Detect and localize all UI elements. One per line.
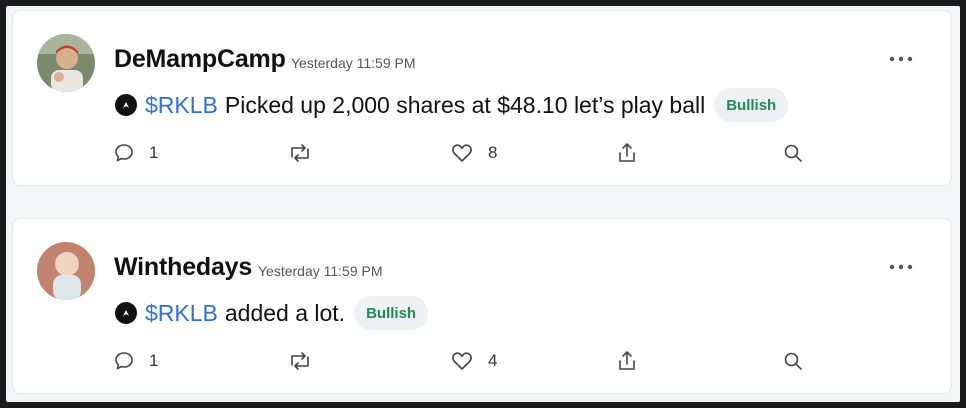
share-icon: [619, 143, 635, 162]
more-horizontal-icon[interactable]: [886, 255, 916, 279]
like-button[interactable]: 8: [450, 139, 497, 167]
timestamp[interactable]: Yesterday 11:59 PM: [291, 55, 416, 71]
comment-icon: [115, 144, 133, 162]
search-button[interactable]: [782, 347, 804, 375]
avatar[interactable]: [37, 34, 95, 92]
share-button[interactable]: [616, 347, 638, 375]
reply-count: 1: [149, 351, 159, 370]
repost-button[interactable]: [287, 139, 313, 167]
username[interactable]: DeMampCamp: [114, 45, 286, 74]
reply-button[interactable]: 1: [113, 347, 158, 375]
like-button[interactable]: 4: [450, 347, 497, 375]
repost-button[interactable]: [287, 347, 313, 375]
more-horizontal-icon[interactable]: [886, 47, 916, 71]
comment-icon: [115, 352, 133, 370]
search-button[interactable]: [782, 139, 804, 167]
post-text: added a lot.: [224, 299, 346, 326]
feed: DeMampCamp Yesterday 11:59 PM $RKLB Pick…: [6, 6, 960, 402]
cashtag-link[interactable]: $RKLB: [145, 300, 218, 327]
post-body: $RKLB added a lot. Bullish: [115, 295, 429, 331]
rocket-lab-logo-icon[interactable]: [115, 302, 137, 324]
like-count: 8: [488, 143, 498, 162]
reply-count: 1: [149, 143, 159, 162]
reply-button[interactable]: 1: [113, 139, 158, 167]
rocket-lab-logo-icon[interactable]: [115, 94, 137, 116]
share-icon: [619, 351, 635, 370]
heart-icon: [452, 352, 472, 370]
post-body: $RKLB Picked up 2,000 shares at $48.10 l…: [115, 87, 789, 123]
post-card[interactable]: DeMampCamp Yesterday 11:59 PM $RKLB Pick…: [12, 10, 952, 186]
search-icon: [784, 144, 802, 162]
action-bar: 1 8: [13, 139, 951, 167]
action-bar: 1 4: [13, 347, 951, 375]
repost-icon: [291, 144, 309, 162]
post-card[interactable]: Winthedays Yesterday 11:59 PM $RKLB adde…: [12, 218, 952, 394]
sentiment-badge: Bullish: [354, 296, 429, 330]
heart-icon: [452, 144, 472, 162]
sentiment-badge: Bullish: [714, 88, 789, 122]
repost-icon: [291, 352, 309, 370]
search-icon: [784, 352, 802, 370]
username[interactable]: Winthedays: [114, 253, 252, 282]
post-text: Picked up 2,000 shares at $48.10 let’s p…: [224, 91, 706, 118]
like-count: 4: [488, 351, 498, 370]
timestamp[interactable]: Yesterday 11:59 PM: [258, 263, 383, 279]
share-button[interactable]: [616, 139, 638, 167]
avatar[interactable]: [37, 242, 95, 300]
cashtag-link[interactable]: $RKLB: [145, 92, 218, 119]
